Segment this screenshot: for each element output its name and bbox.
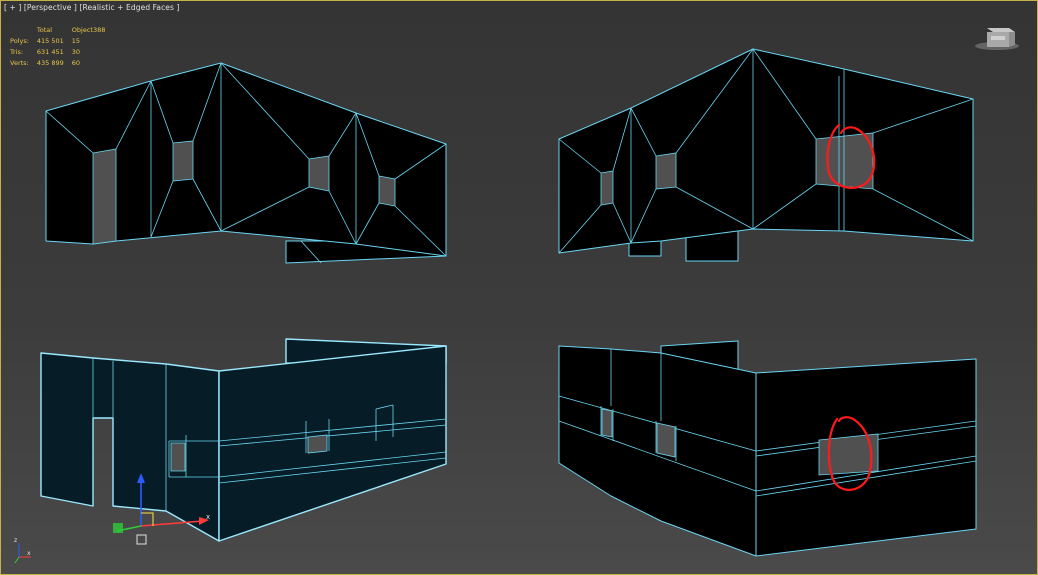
scene-canvas[interactable]: x z x bbox=[1, 1, 1037, 574]
mesh-face[interactable] bbox=[172, 140, 194, 182]
world-axis-icon: z x bbox=[14, 537, 31, 564]
mesh-exterior-selected[interactable] bbox=[40, 338, 447, 542]
mesh-face[interactable] bbox=[656, 422, 676, 458]
mesh-face[interactable] bbox=[40, 352, 220, 542]
viewcube-icon[interactable] bbox=[975, 28, 1019, 50]
gizmo-center-square[interactable] bbox=[136, 534, 147, 545]
mesh-face[interactable] bbox=[655, 152, 677, 190]
mesh-face[interactable] bbox=[815, 132, 874, 190]
mesh-face[interactable] bbox=[308, 155, 330, 192]
mesh-face[interactable] bbox=[378, 175, 396, 207]
mesh-face[interactable] bbox=[218, 345, 447, 542]
gizmo-x-label: x bbox=[206, 513, 210, 521]
mesh-face[interactable] bbox=[600, 170, 614, 206]
mesh-face[interactable] bbox=[558, 48, 974, 254]
mesh-face[interactable] bbox=[170, 442, 186, 472]
perspective-viewport[interactable]: [ + ] [Perspective ] [Realistic + Edged … bbox=[0, 0, 1038, 575]
mesh-face[interactable] bbox=[92, 148, 117, 245]
world-axis-x: x bbox=[27, 550, 31, 557]
mesh-face[interactable] bbox=[601, 408, 613, 438]
mesh-exterior-right[interactable] bbox=[558, 340, 977, 557]
world-axis-z: z bbox=[14, 537, 17, 544]
mesh-interior-right[interactable] bbox=[558, 48, 974, 262]
mesh-face[interactable] bbox=[307, 434, 328, 454]
mesh-interior-left[interactable] bbox=[45, 62, 447, 264]
